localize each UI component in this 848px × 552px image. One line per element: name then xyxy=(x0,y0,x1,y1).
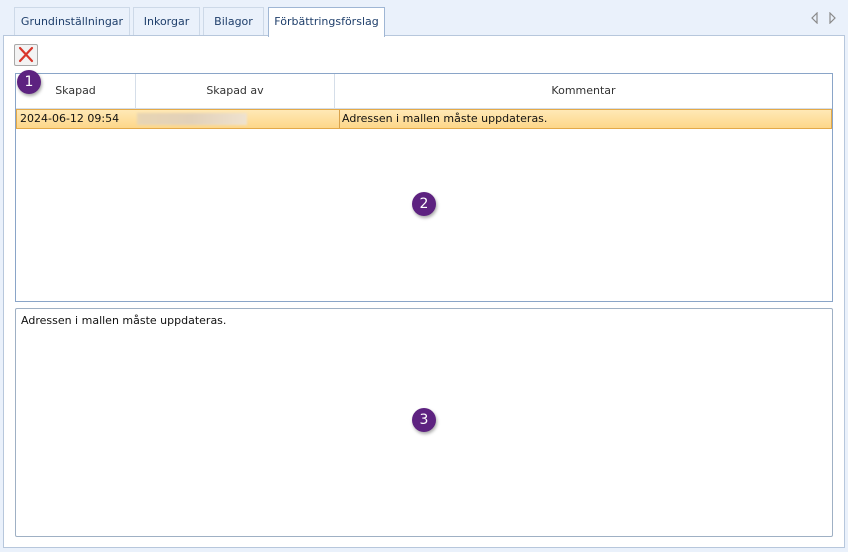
column-header-skapad-av[interactable]: Skapad av xyxy=(136,74,335,108)
column-header-kommentar[interactable]: Kommentar xyxy=(335,74,832,108)
tab-inkorgar[interactable]: Inkorgar xyxy=(133,7,200,35)
callout-badge-3: 3 xyxy=(412,408,436,432)
grid-header: Skapad Skapad av Kommentar xyxy=(16,74,832,109)
arrow-left-icon[interactable] xyxy=(810,12,820,24)
comment-text: Adressen i mallen måste uppdateras. xyxy=(21,314,227,327)
tab-strip: Grundinställningar Inkorgar Bilagor Förb… xyxy=(0,0,848,37)
cell-comment: Adressen i mallen måste uppdateras. xyxy=(339,110,832,128)
suggestions-grid[interactable]: Skapad Skapad av Kommentar 2024-06-12 09… xyxy=(15,73,833,302)
cell-created: 2024-06-12 09:54 xyxy=(20,112,120,125)
close-icon xyxy=(18,46,34,63)
tab-forbattringsforslag[interactable]: Förbättringsförslag xyxy=(268,7,385,37)
table-row[interactable]: 2024-06-12 09:54 Adressen i mallen måste… xyxy=(16,109,832,129)
callout-badge-2: 2 xyxy=(412,192,436,216)
delete-button[interactable] xyxy=(14,44,38,66)
tab-grundinstallningar[interactable]: Grundinställningar xyxy=(14,7,130,35)
cell-created-by-redacted xyxy=(137,113,247,125)
tab-bilagor[interactable]: Bilagor xyxy=(203,7,264,35)
callout-badge-1: 1 xyxy=(17,70,41,94)
arrow-right-icon[interactable] xyxy=(827,12,837,24)
